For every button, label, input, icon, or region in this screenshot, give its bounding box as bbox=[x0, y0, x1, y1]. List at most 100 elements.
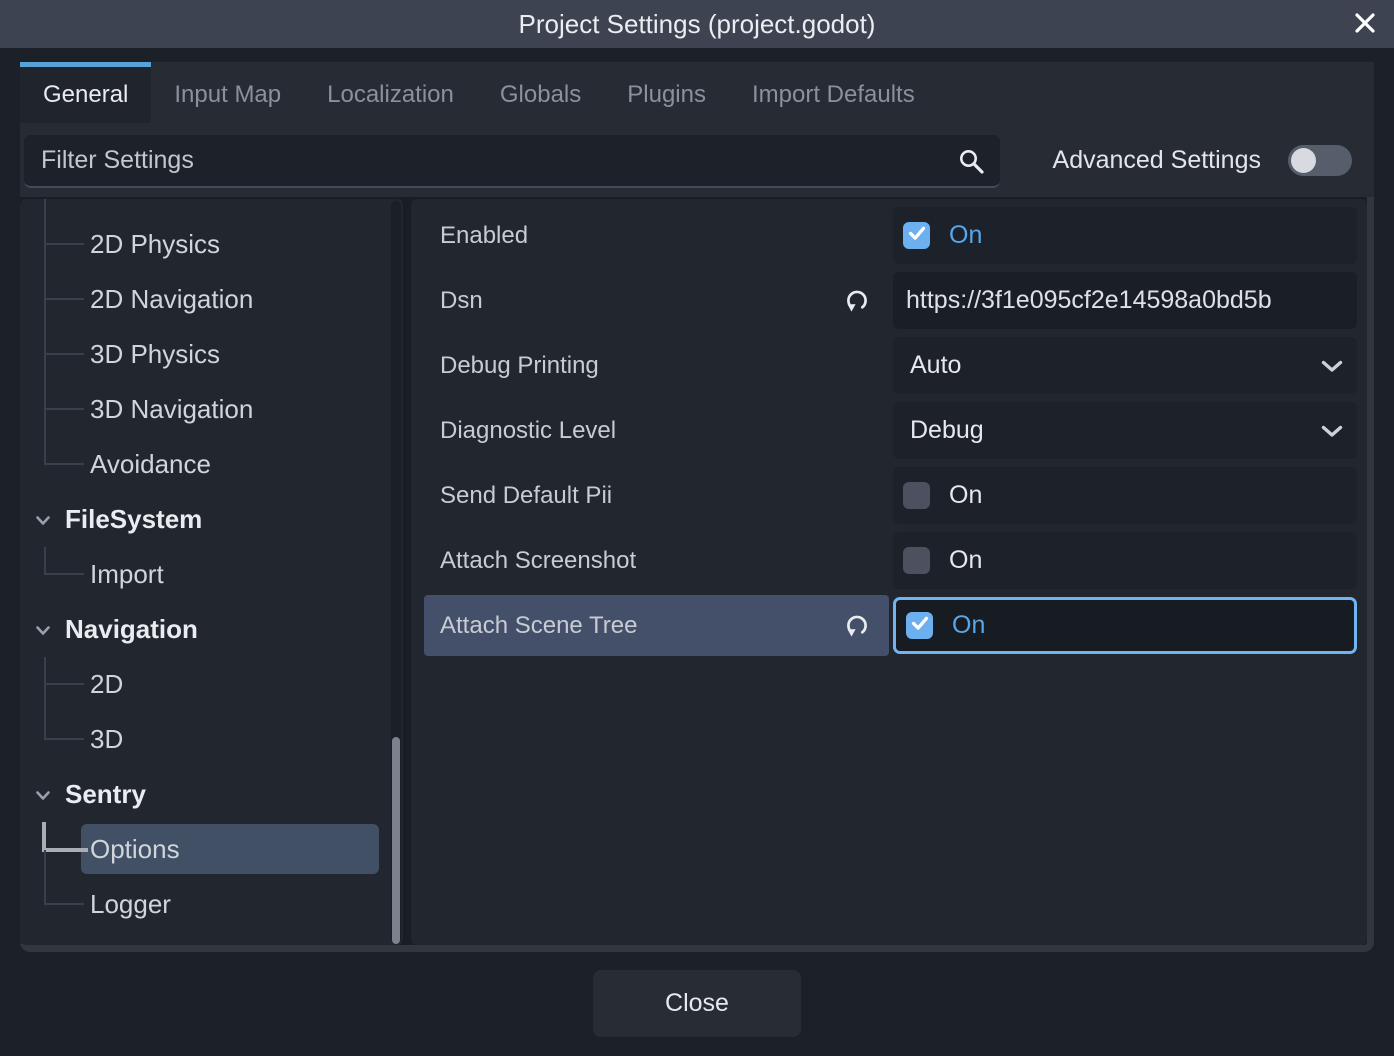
tree-item-3d-navigation[interactable]: 3D Navigation bbox=[20, 382, 403, 437]
tab-plugins[interactable]: Plugins bbox=[604, 62, 729, 123]
dropdown-value: Debug bbox=[910, 416, 984, 445]
tree-item-label: 2D Physics bbox=[90, 229, 220, 260]
dsn-value-cell bbox=[893, 272, 1357, 329]
settings-tree: 2D Physics 2D Navigation 3D Physics 3D N… bbox=[20, 199, 403, 945]
tree-item-label: 3D bbox=[90, 724, 123, 755]
tab-globals[interactable]: Globals bbox=[477, 62, 604, 123]
tab-label: General bbox=[43, 81, 128, 109]
setting-label: Enabled bbox=[440, 222, 528, 250]
setting-label: Diagnostic Level bbox=[440, 417, 616, 445]
setting-label: Debug Printing bbox=[440, 352, 599, 380]
tree-item-navigation[interactable]: Navigation bbox=[20, 602, 403, 657]
tab-label: Plugins bbox=[627, 81, 706, 109]
tree-item-avoidance[interactable]: Avoidance bbox=[20, 437, 403, 492]
tree-item-options[interactable]: Options bbox=[20, 822, 403, 877]
tree-item-label: Sentry bbox=[65, 779, 146, 810]
tree-item-2d[interactable]: 2D bbox=[20, 657, 403, 712]
tree-item-label: Options bbox=[90, 834, 180, 865]
tree-item-filesystem[interactable]: FileSystem bbox=[20, 492, 403, 547]
close-button[interactable] bbox=[1346, 5, 1384, 43]
close-icon bbox=[1352, 10, 1378, 39]
tree-item-label: Import bbox=[90, 559, 164, 590]
tree-item-sentry[interactable]: Sentry bbox=[20, 767, 403, 822]
tree-item-label: Navigation bbox=[65, 614, 198, 645]
setting-label: Dsn bbox=[440, 287, 483, 315]
tree-item-2d-navigation[interactable]: 2D Navigation bbox=[20, 272, 403, 327]
tab-input-map[interactable]: Input Map bbox=[151, 62, 304, 123]
setting-row-send-default-pii: Send Default Pii On bbox=[411, 463, 1367, 528]
tree-item-3d[interactable]: 3D bbox=[20, 712, 403, 767]
tree-item-label: 3D Physics bbox=[90, 339, 220, 370]
debug-printing-dropdown[interactable]: Auto bbox=[893, 337, 1357, 394]
checkbox-state-label: On bbox=[949, 546, 982, 575]
tab-label: Globals bbox=[500, 81, 581, 109]
setting-label: Attach Screenshot bbox=[440, 547, 636, 575]
dsn-input[interactable] bbox=[893, 286, 1357, 315]
search-input[interactable] bbox=[24, 135, 1000, 186]
chevron-down-icon bbox=[1321, 425, 1343, 438]
filter-row: Advanced Settings bbox=[20, 123, 1374, 197]
page-title: Project Settings (project.godot) bbox=[519, 9, 876, 40]
tree-item-label: 3D Navigation bbox=[90, 394, 253, 425]
tab-import-defaults[interactable]: Import Defaults bbox=[729, 62, 938, 123]
tree-guide-line bbox=[44, 199, 46, 218]
chevron-down-icon bbox=[35, 514, 51, 526]
advanced-settings-label: Advanced Settings bbox=[1053, 146, 1261, 175]
content-area: 2D Physics 2D Navigation 3D Physics 3D N… bbox=[20, 197, 1374, 952]
setting-row-enabled: Enabled On bbox=[411, 203, 1367, 268]
attach-screenshot-checkbox[interactable] bbox=[903, 547, 930, 574]
filter-settings-box bbox=[24, 135, 1000, 188]
tab-bar: General Input Map Localization Globals P… bbox=[20, 62, 1374, 123]
revert-icon bbox=[843, 628, 871, 643]
tab-label: Input Map bbox=[174, 81, 281, 109]
checkbox-state-label: On bbox=[952, 611, 985, 640]
toggle-knob bbox=[1291, 148, 1316, 173]
setting-row-debug-printing: Debug Printing Auto bbox=[411, 333, 1367, 398]
titlebar: Project Settings (project.godot) bbox=[0, 0, 1394, 48]
settings-tree-panel: 2D Physics 2D Navigation 3D Physics 3D N… bbox=[20, 199, 403, 945]
tree-item-label: Logger bbox=[90, 889, 171, 920]
chevron-down-icon bbox=[35, 789, 51, 801]
tree-scrollbar[interactable] bbox=[391, 201, 401, 943]
tree-item-label: Avoidance bbox=[90, 449, 211, 480]
advanced-settings: Advanced Settings bbox=[1053, 123, 1352, 197]
checkbox-state-label: On bbox=[949, 481, 982, 510]
tab-localization[interactable]: Localization bbox=[304, 62, 477, 123]
close-dialog-button[interactable]: Close bbox=[593, 970, 801, 1037]
diagnostic-level-dropdown[interactable]: Debug bbox=[893, 402, 1357, 459]
tree-item-2d-physics[interactable]: 2D Physics bbox=[20, 217, 403, 272]
setting-row-dsn: Dsn bbox=[411, 268, 1367, 333]
tree-item-import[interactable]: Import bbox=[20, 547, 403, 602]
setting-label: Send Default Pii bbox=[440, 482, 612, 510]
send-default-pii-checkbox[interactable] bbox=[903, 482, 930, 509]
tree-item-3d-physics[interactable]: 3D Physics bbox=[20, 327, 403, 382]
chevron-down-icon bbox=[1321, 360, 1343, 373]
tree-item-label: 2D bbox=[90, 669, 123, 700]
search-icon bbox=[957, 147, 987, 177]
revert-icon bbox=[843, 303, 871, 318]
check-icon bbox=[906, 222, 928, 249]
advanced-settings-toggle[interactable] bbox=[1288, 145, 1352, 176]
settings-list: Enabled On Dsn bbox=[411, 199, 1367, 945]
attach-scene-tree-value-cell: On bbox=[893, 597, 1357, 654]
tab-label: Import Defaults bbox=[752, 81, 915, 109]
setting-label: Attach Scene Tree bbox=[440, 612, 637, 640]
settings-panel: Enabled On Dsn bbox=[411, 199, 1367, 945]
revert-button[interactable] bbox=[843, 287, 871, 315]
tree-item-label: FileSystem bbox=[65, 504, 202, 535]
chevron-down-icon bbox=[35, 624, 51, 636]
revert-button[interactable] bbox=[843, 612, 871, 640]
tab-general[interactable]: General bbox=[20, 62, 151, 123]
enabled-value-cell: On bbox=[893, 207, 1357, 264]
attach-screenshot-value-cell: On bbox=[893, 532, 1357, 589]
check-icon bbox=[909, 612, 931, 639]
attach-scene-tree-checkbox[interactable] bbox=[906, 612, 933, 639]
footer: Close bbox=[0, 952, 1394, 1056]
tree-scrollbar-thumb[interactable] bbox=[392, 737, 400, 944]
send-default-pii-value-cell: On bbox=[893, 467, 1357, 524]
project-settings-dialog: Project Settings (project.godot) General… bbox=[0, 0, 1394, 1056]
setting-row-attach-screenshot: Attach Screenshot On bbox=[411, 528, 1367, 593]
tree-item-logger[interactable]: Logger bbox=[20, 877, 403, 932]
checkbox-state-label: On bbox=[949, 221, 982, 250]
enabled-checkbox[interactable] bbox=[903, 222, 930, 249]
